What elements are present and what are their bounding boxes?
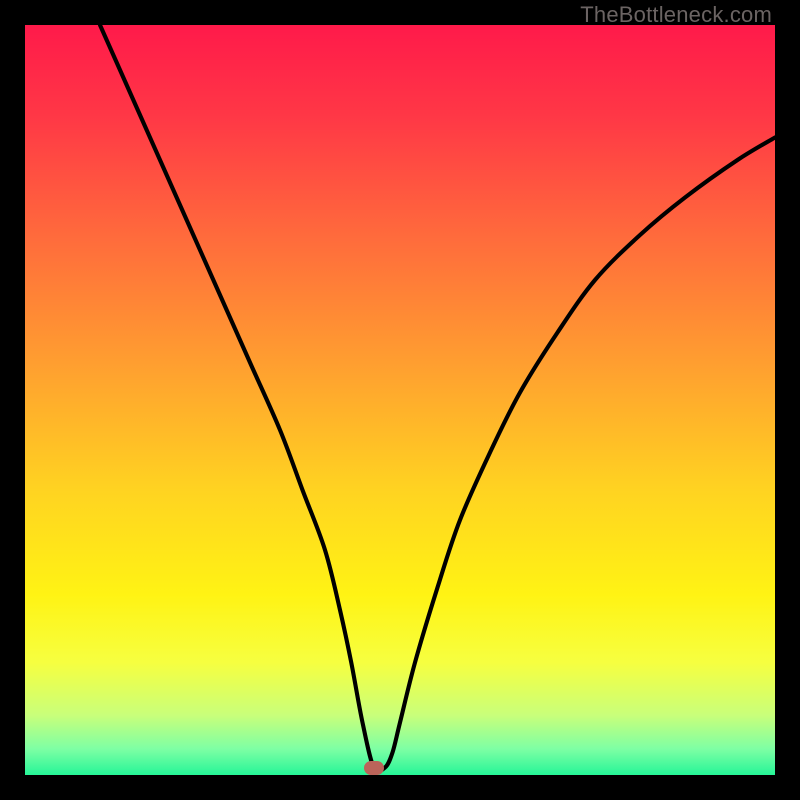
bottleneck-curve <box>25 25 775 775</box>
optimum-marker <box>364 761 384 775</box>
outer-frame: TheBottleneck.com <box>0 0 800 800</box>
plot-area <box>25 25 775 775</box>
watermark-text: TheBottleneck.com <box>580 2 772 28</box>
